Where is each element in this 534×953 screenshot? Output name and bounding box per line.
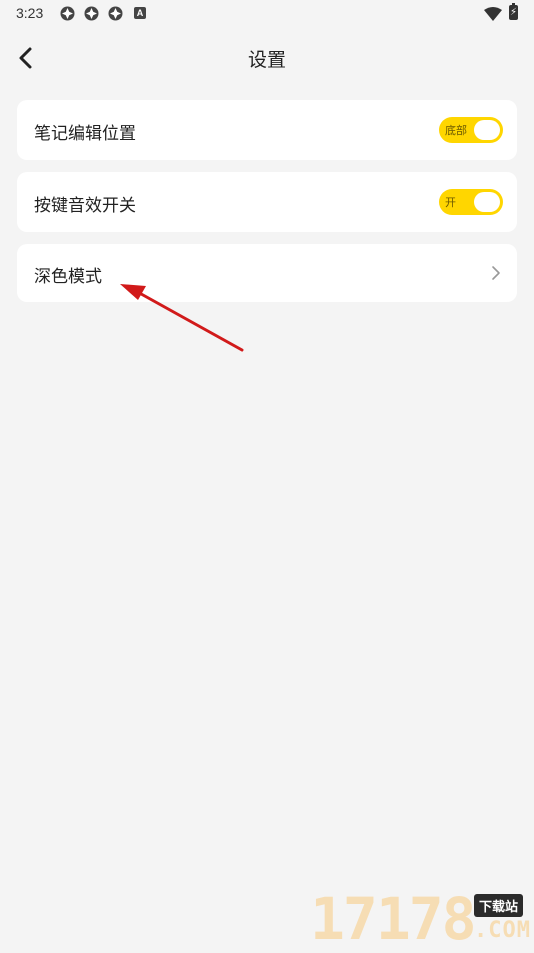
watermark-logo: 17178 下载站 .COM — [310, 888, 534, 950]
wifi-icon — [484, 6, 502, 25]
battery-icon: ⚡ — [509, 3, 518, 20]
chevron-right-icon — [492, 266, 500, 280]
watermark-badge: 下载站 — [474, 894, 524, 917]
toggle-knob — [474, 192, 500, 212]
page-title: 设置 — [247, 49, 286, 71]
setting-key-sound[interactable]: 按键音效开关 开 — [17, 172, 517, 232]
key-sound-toggle[interactable]: 开 — [439, 189, 503, 215]
setting-label: 深色模式 — [34, 267, 102, 287]
note-position-toggle[interactable]: 底部 — [439, 117, 503, 143]
app-notification-icon — [108, 6, 123, 21]
toggle-knob — [474, 120, 500, 140]
a-badge-icon: A — [134, 7, 146, 19]
status-bar: 3:23 A ⚡ — [0, 0, 534, 28]
setting-label: 按键音效开关 — [34, 196, 136, 216]
status-time: 3:23 — [16, 5, 44, 21]
setting-dark-mode[interactable]: 深色模式 — [17, 244, 517, 302]
app-header: 设置 — [0, 34, 534, 82]
toggle-text: 底部 — [445, 124, 467, 137]
app-notification-icon — [60, 6, 75, 21]
watermark-suffix: .COM — [474, 918, 531, 943]
setting-note-edit-position[interactable]: 笔记编辑位置 底部 — [17, 100, 517, 160]
setting-label: 笔记编辑位置 — [34, 124, 136, 144]
app-notification-icon — [84, 6, 99, 21]
watermark-number: 17178 — [310, 885, 477, 953]
toggle-text: 开 — [445, 196, 456, 209]
